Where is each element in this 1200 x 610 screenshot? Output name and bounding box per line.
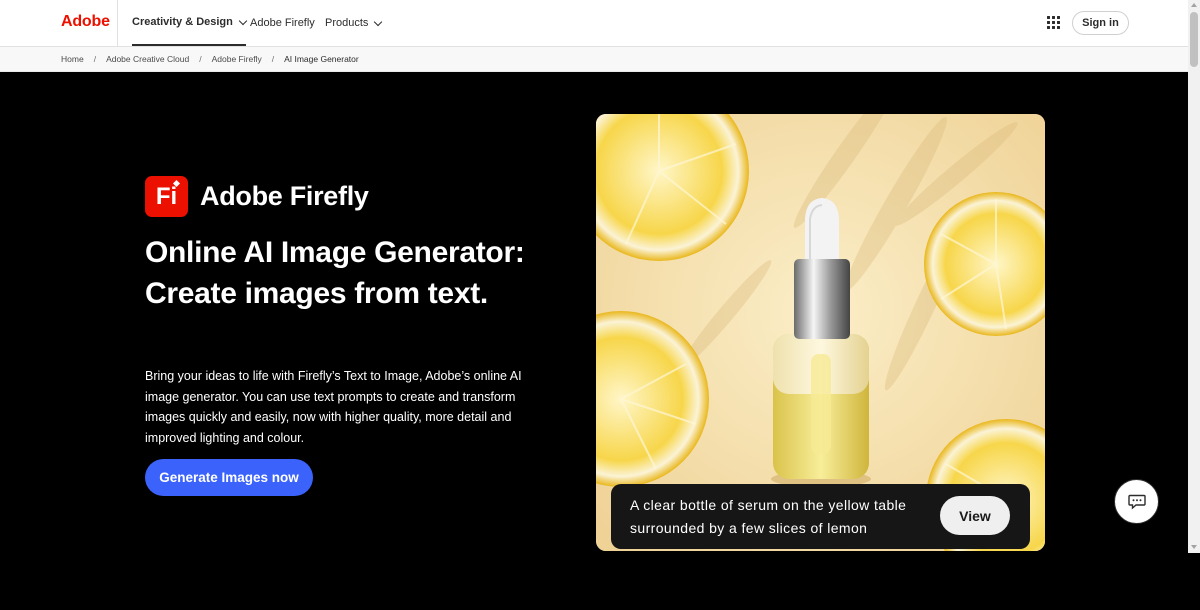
top-navigation: Adobe Creativity & Design Adobe Firefly …: [0, 0, 1188, 47]
breadcrumb-separator: /: [93, 54, 97, 64]
breadcrumb-separator: /: [199, 54, 202, 64]
showcase-image-card: A clear bottle of serum on the yellow ta…: [596, 114, 1045, 551]
nav-item-label: Products: [325, 17, 369, 29]
adobe-logo[interactable]: Adobe: [61, 13, 110, 31]
scrollbar-thumb[interactable]: [1190, 12, 1198, 67]
nav-item-label: Adobe Firefly: [250, 17, 315, 29]
scroll-up-arrow-icon[interactable]: [1191, 3, 1197, 7]
image-caption-bar: A clear bottle of serum on the yellow ta…: [611, 484, 1030, 549]
hero-description: Bring your ideas to life with Firefly’s …: [145, 369, 522, 445]
breadcrumb-current-page: AI Image Generator: [284, 54, 359, 64]
chat-button[interactable]: [1114, 479, 1159, 524]
breadcrumb-separator: /: [271, 54, 275, 64]
chat-icon: [1127, 494, 1146, 510]
scroll-down-arrow-icon[interactable]: [1191, 545, 1197, 549]
nav-products[interactable]: Products: [325, 0, 383, 46]
breadcrumb-home[interactable]: Home: [61, 54, 84, 64]
page-scrollbar[interactable]: [1188, 0, 1200, 553]
brand-name: Adobe Firefly: [200, 181, 369, 211]
breadcrumb: Home / Adobe Creative Cloud / Adobe Fire…: [0, 47, 1188, 72]
chevron-down-icon: [238, 16, 248, 25]
view-button[interactable]: View: [940, 496, 1010, 535]
sign-in-button[interactable]: Sign in: [1072, 11, 1129, 35]
nav-creativity-design[interactable]: Creativity & Design: [132, 0, 248, 46]
generate-images-button[interactable]: Generate Images now: [145, 459, 313, 496]
firefly-logo-icon: Fi: [145, 176, 188, 217]
firefly-logo-text: Fi: [155, 182, 178, 210]
breadcrumb-creative-cloud[interactable]: Adobe Creative Cloud: [106, 54, 189, 64]
chevron-down-icon: [374, 17, 383, 26]
image-caption: A clear bottle of serum on the yellow ta…: [630, 497, 907, 536]
firefly-brand: Fi Adobe Firefly: [145, 176, 369, 217]
nav-divider: [117, 0, 118, 46]
nav-adobe-firefly[interactable]: Adobe Firefly: [250, 0, 315, 46]
apps-grid-icon[interactable]: [1047, 16, 1060, 29]
nav-item-label: Creativity & Design: [132, 16, 233, 28]
page-title: Online AI Image Generator: Create images…: [145, 236, 525, 310]
breadcrumb-adobe-firefly[interactable]: Adobe Firefly: [212, 54, 262, 64]
